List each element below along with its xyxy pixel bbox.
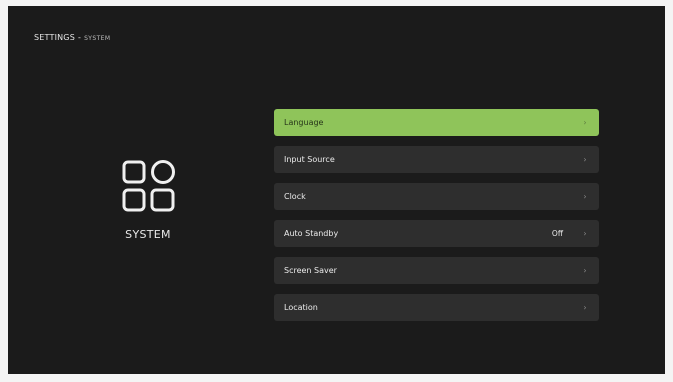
menu-item-value: Off [551,229,563,238]
menu-item-label: Input Source [284,155,335,164]
menu-item-label: Language [284,118,324,127]
chevron-right-icon: › [583,118,587,127]
chevron-right-icon: › [583,303,587,312]
menu-item-label: Location [284,303,318,312]
category-panel: SYSTEM [108,156,188,241]
menu-item-input-source[interactable]: Input Source › [274,146,599,173]
breadcrumb: SETTINGS - SYSTEM [34,33,110,42]
menu-item-location[interactable]: Location › [274,294,599,321]
menu-item-label: Screen Saver [284,266,337,275]
menu-item-clock[interactable]: Clock › [274,183,599,210]
category-label: SYSTEM [125,228,171,241]
chevron-right-icon: › [583,155,587,164]
apps-grid-icon [122,160,175,212]
breadcrumb-subtitle: SYSTEM [84,35,111,42]
chevron-right-icon: › [583,192,587,201]
settings-menu: Language › Input Source › Clock › Auto S… [274,109,599,331]
breadcrumb-separator: - [78,33,82,42]
menu-item-label: Clock [284,192,306,201]
tv-settings-screen: SETTINGS - SYSTEM SYSTEM Language › Input … [8,6,665,374]
menu-item-label: Auto Standby [284,229,339,238]
menu-item-screen-saver[interactable]: Screen Saver › [274,257,599,284]
chevron-right-icon: › [583,229,587,238]
breadcrumb-title: SETTINGS [34,33,75,42]
chevron-right-icon: › [583,266,587,275]
menu-item-language[interactable]: Language › [274,109,599,136]
menu-item-auto-standby[interactable]: Auto Standby Off › [274,220,599,247]
